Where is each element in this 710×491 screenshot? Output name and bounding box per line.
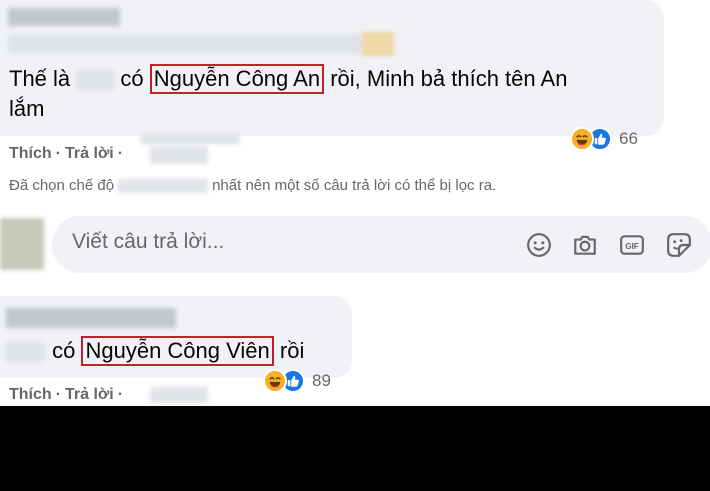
comment-text-after: rồi, Minh bả thích tên An — [324, 66, 568, 91]
timestamp-redacted — [150, 387, 208, 403]
comment-text-before: Thế là — [9, 66, 77, 91]
svg-text:GIF: GIF — [625, 242, 639, 251]
redacted-overlay — [140, 134, 240, 144]
emoji-redacted — [362, 32, 394, 56]
filter-notice: Đã chọn chế độ nhất nên một số câu trả lờ… — [9, 177, 496, 194]
haha-reaction-icon — [570, 127, 594, 151]
highlighted-name: Nguyễn Công Viên — [81, 336, 274, 366]
black-bar — [0, 406, 710, 491]
camera-icon[interactable] — [572, 232, 598, 258]
like-link[interactable]: Thích — [9, 145, 52, 162]
avatar — [0, 218, 44, 270]
reply-link[interactable]: Trả lời — [65, 386, 114, 403]
sticker-icon[interactable] — [666, 232, 692, 258]
separator: · — [55, 386, 61, 403]
comment-text-after: rồi — [273, 338, 305, 363]
separator: · — [117, 386, 124, 403]
separator: · — [117, 145, 124, 162]
comment-text: có Nguyễn Công Viên rồi — [6, 336, 304, 366]
reply-input[interactable]: Viết câu trả lời... GIF — [52, 216, 710, 273]
highlighted-name: Nguyễn Công An — [149, 64, 325, 94]
redacted-name — [76, 70, 115, 91]
reply-link[interactable]: Trả lời — [65, 145, 114, 162]
comment-text-mid: có — [114, 66, 150, 91]
reaction-count: 66 — [619, 129, 638, 148]
comment-text-line2: lắm — [9, 96, 45, 121]
separator: · — [55, 145, 61, 162]
filter-notice-text: Đã chọn chế độ — [9, 177, 115, 194]
reactions-summary[interactable]: 89 — [263, 368, 331, 394]
comment-text-mid: có — [46, 338, 82, 363]
gif-icon[interactable]: GIF — [619, 232, 645, 258]
like-link[interactable]: Thích — [9, 386, 52, 403]
comment-text: Thế là có Nguyễn Công An rồi, Minh bả th… — [9, 64, 567, 94]
reply-placeholder: Viết câu trả lời... — [72, 230, 225, 253]
haha-reaction-icon — [263, 369, 287, 393]
commenter-name-redacted — [6, 308, 176, 328]
reaction-count: 89 — [312, 371, 331, 390]
commenter-name-redacted — [8, 8, 120, 26]
reactions-summary[interactable]: 66 — [570, 126, 638, 152]
redacted-word — [6, 342, 46, 363]
filter-notice-tail: nhất nên một số câu trả lời có thể bị lọ… — [212, 177, 497, 194]
timestamp-redacted — [150, 146, 208, 164]
emoji-icon[interactable] — [526, 232, 552, 258]
filter-mode-redacted — [118, 179, 209, 194]
comment-actions: Thích · Trả lời · — [9, 386, 127, 404]
comment-actions: Thích · Trả lời · — [9, 145, 127, 163]
comment-text-redacted — [8, 34, 368, 54]
